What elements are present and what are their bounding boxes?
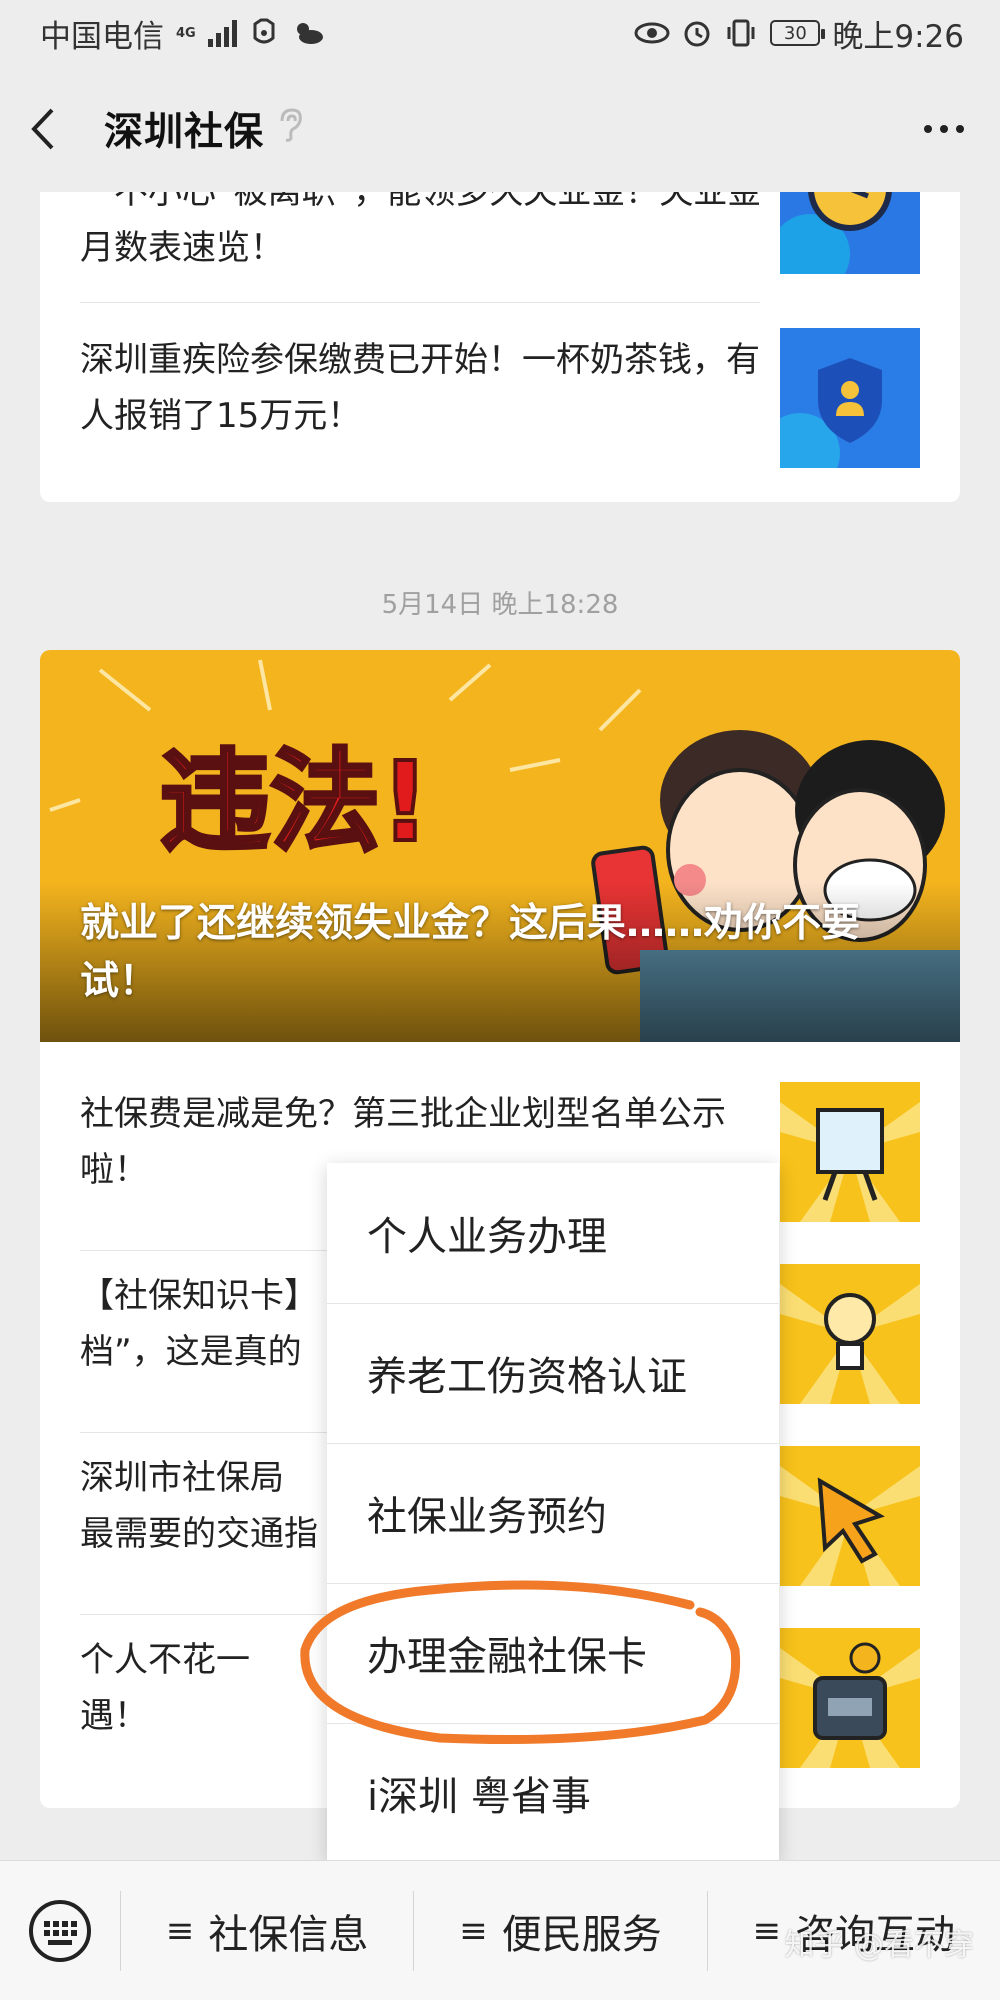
nav-bar: 深圳社保 — [0, 66, 1000, 192]
battery-icon: 30 — [770, 20, 826, 46]
menu-tab-social-info[interactable]: ≡ 社保信息 — [121, 1861, 413, 2000]
network-type-icon: 4G — [176, 25, 196, 41]
menu-item-financial-card[interactable]: 办理金融社保卡 — [327, 1583, 779, 1723]
carrier-name: 中国电信 — [40, 18, 164, 55]
ear-icon[interactable] — [278, 107, 304, 152]
status-left: 中国电信 4G — [40, 11, 325, 56]
menu-lines-icon: ≡ — [459, 1910, 488, 1951]
menu-lines-icon: ≡ — [165, 1910, 195, 1951]
flipchart-icon — [780, 1082, 920, 1222]
menu-item-appointment[interactable]: 社保业务预约 — [327, 1443, 779, 1583]
menu-item-personal-business[interactable]: 个人业务办理 — [327, 1163, 779, 1303]
back-icon[interactable] — [30, 99, 70, 159]
banner-overlay-text: 违法! — [160, 738, 430, 866]
more-icon[interactable] — [924, 115, 964, 143]
signal-icon — [207, 19, 237, 47]
menu-item-ishenzhen[interactable]: i深圳 粤省事 — [327, 1723, 779, 1863]
cursor-icon — [780, 1446, 920, 1586]
page-title: 深圳社保 — [104, 110, 265, 155]
vibrate-icon — [727, 19, 755, 47]
list-item[interactable]: 一不小心“被离职”，能领多久失业金？失业金月数表速览！ — [80, 192, 920, 304]
watermark: 知乎 @看不穿 — [784, 1928, 974, 1963]
clock-time: 晚上9:26 — [832, 18, 964, 55]
article-card-top: 一不小心“被离职”，能领多久失业金？失业金月数表速览！ 深圳重疾险参保缴费已开始… — [40, 192, 960, 502]
divider — [80, 302, 760, 303]
lightbulb-icon — [780, 1264, 920, 1404]
article-title: 一不小心“被离职”，能领多久失业金？失业金月数表速览！ — [80, 192, 762, 268]
shield-user-icon — [780, 328, 920, 468]
alarm-icon — [684, 21, 710, 47]
menu-lines-icon: ≡ — [752, 1910, 782, 1951]
menu-tab-services[interactable]: ≡ 便民服务 — [414, 1861, 706, 2000]
alarm-app-icon — [253, 18, 275, 44]
weather-icon — [296, 23, 323, 44]
keyboard-icon[interactable] — [0, 1861, 120, 2000]
eye-icon — [634, 22, 670, 44]
banner-title: 就业了还继续领失业金？这后果……劝你不要试！ — [80, 901, 861, 1004]
menu-item-qualification-cert[interactable]: 养老工伤资格认证 — [327, 1303, 779, 1443]
status-right: 30 晚上9:26 — [634, 11, 964, 56]
message-timestamp: 5月14日 晚上18:28 — [381, 590, 619, 620]
card-reader-icon — [780, 1628, 920, 1768]
banner-image[interactable]: 违法! 就业了还继续领失业金？这后果……劝你不要试！ — [40, 650, 960, 1042]
popup-menu: 个人业务办理 养老工伤资格认证 社保业务预约 办理金融社保卡 i深圳 粤省事 — [327, 1163, 779, 1862]
clock-icon — [780, 192, 920, 274]
article-title: 深圳重疾险参保缴费已开始！一杯奶茶钱，有人报销了15万元！ — [80, 340, 760, 436]
list-item[interactable]: 深圳重疾险参保缴费已开始！一杯奶茶钱，有人报销了15万元！ — [80, 328, 920, 468]
status-bar: 中国电信 4G 30 晚上9:26 — [0, 0, 1000, 66]
